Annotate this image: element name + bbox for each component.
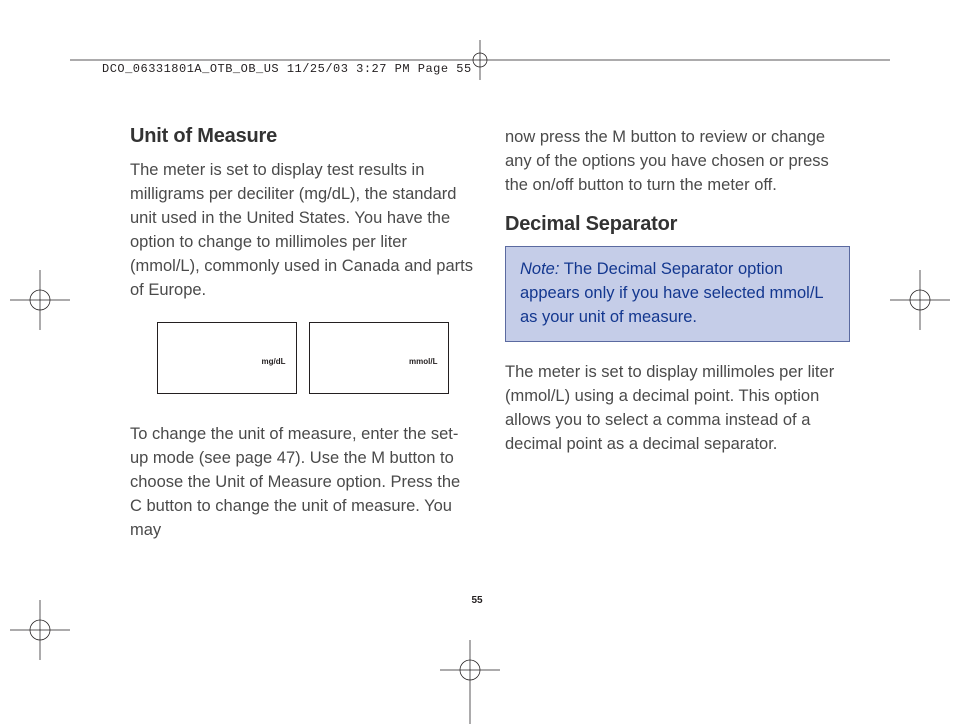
note-box: Note: The Decimal Separator option appea…: [505, 246, 850, 342]
crop-mark-bottom-left: [10, 600, 70, 660]
screen-mgdl: mg/dL: [157, 322, 297, 394]
crop-mark-left: [10, 270, 70, 330]
screen-mmoll: mmol/L: [309, 322, 449, 394]
right-column: now press the M button to review or chan…: [505, 125, 850, 558]
left-column: Unit of Measure The meter is set to disp…: [130, 125, 475, 558]
unit-intro-paragraph: The meter is set to display test results…: [130, 158, 475, 302]
lcd-screens: mg/dL mmol/L: [130, 322, 475, 394]
screen-label-mgdl: mg/dL: [262, 357, 286, 366]
screen-label-mmoll: mmol/L: [409, 357, 437, 366]
note-text: Note: The Decimal Separator option appea…: [520, 257, 835, 329]
crop-mark-top: [70, 40, 950, 90]
heading-decimal-separator: Decimal Separator: [505, 213, 850, 236]
page-number: 55: [0, 595, 954, 606]
heading-unit-of-measure: Unit of Measure: [130, 125, 475, 148]
crop-mark-right: [890, 270, 950, 330]
note-body: The Decimal Separator option appears onl…: [520, 260, 823, 326]
crop-mark-bottom-center: [440, 640, 500, 724]
note-label: Note:: [520, 260, 559, 278]
unit-change-paragraph: To change the unit of measure, enter the…: [130, 422, 475, 542]
decimal-paragraph: The meter is set to display millimoles p…: [505, 360, 850, 456]
unit-continuation-paragraph: now press the M button to review or chan…: [505, 125, 850, 197]
page-content: Unit of Measure The meter is set to disp…: [130, 125, 850, 558]
